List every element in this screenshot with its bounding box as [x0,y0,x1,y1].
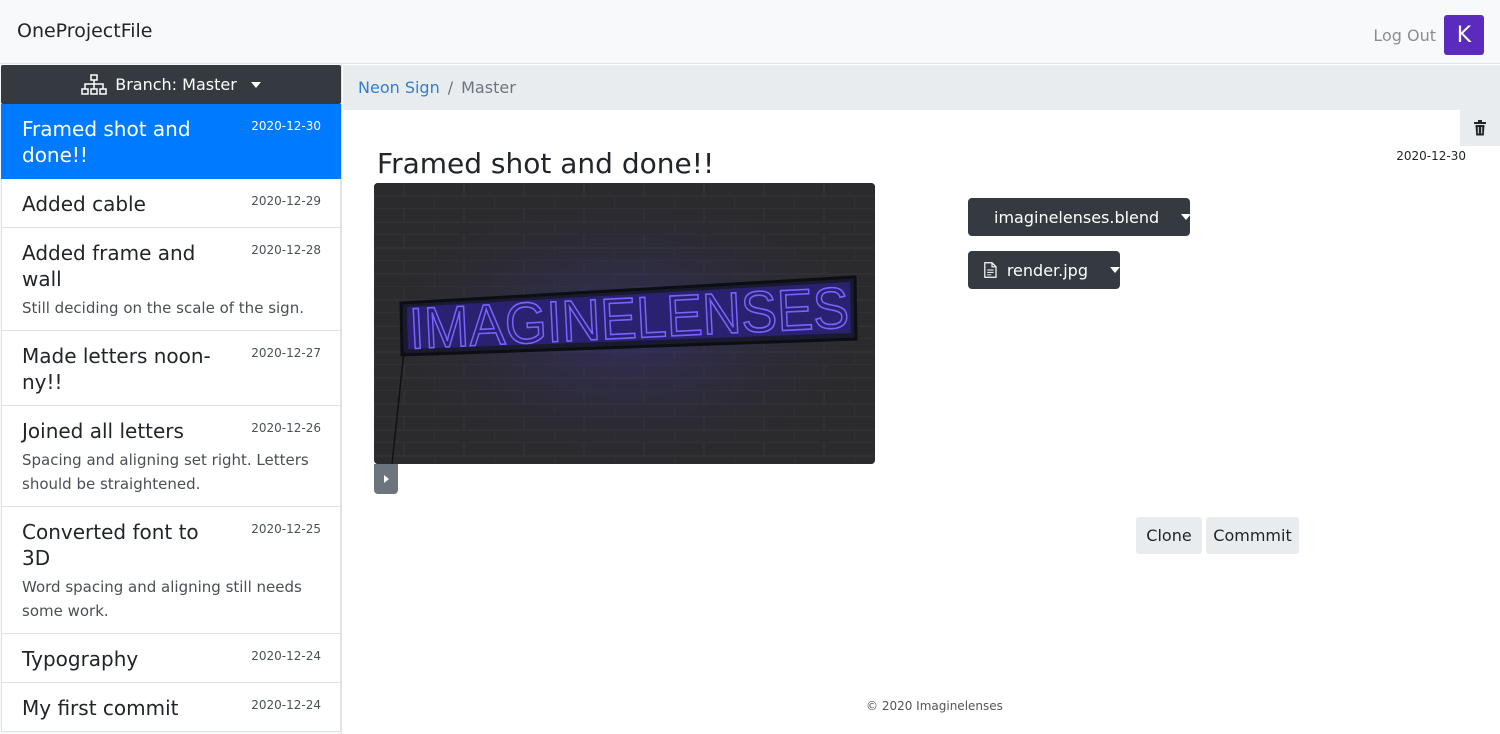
avatar[interactable]: K [1444,15,1484,55]
breadcrumb-separator: / [447,78,454,97]
commit-item[interactable]: My first commit 2020-12-24 [1,683,341,732]
commit-description: Word spacing and aligning still needs so… [22,578,302,620]
commit-date: 2020-12-24 [251,649,321,663]
commit-date: 2020-12-25 [251,522,321,536]
commit-item[interactable]: Converted font to 3D 2020-12-25 Word spa… [1,507,341,634]
top-navbar: OneProjectFile Log Out K [0,0,1500,64]
branch-label: Branch: Master [115,75,237,94]
commit-date: 2020-12-29 [251,194,321,208]
file-name: imaginelenses.blend [994,207,1160,227]
clone-button[interactable]: Clone [1136,517,1202,554]
commit-item[interactable]: Framed shot and done!! 2020-12-30 [1,104,341,179]
footer-copyright: © 2020 Imaginelenses [866,699,1003,713]
trash-icon [1474,120,1486,136]
commit-date: 2020-12-26 [251,421,321,435]
commit-item[interactable]: Made letters noon-ny!! 2020-12-27 [1,331,341,406]
commit-date: 2020-12-27 [251,346,321,360]
logout-link[interactable]: Log Out [1373,26,1436,45]
file-dropdown-button[interactable]: render.jpg [968,251,1120,289]
file-icon [984,262,997,278]
branch-dropdown-button[interactable]: Branch: Master [1,65,341,104]
commit-heading-date: 2020-12-30 [1396,149,1466,163]
branch-tree-icon [81,73,107,95]
commit-description: Still deciding on the scale of the sign. [22,299,304,317]
commit-description: Spacing and aligning set right. Letters … [22,451,309,493]
file-name: render.jpg [1006,260,1088,280]
commit-date: 2020-12-30 [251,119,321,133]
brand-link[interactable]: OneProjectFile [17,20,153,42]
commit-item[interactable]: Added frame and wall 2020-12-28 Still de… [1,228,341,331]
commit-item[interactable]: Joined all letters 2020-12-26 Spacing an… [1,406,341,507]
caret-right-icon [383,475,389,483]
preview-expand-button[interactable] [374,464,398,494]
breadcrumb-project-link[interactable]: Neon Sign [358,78,440,97]
commit-list: Framed shot and done!! 2020-12-30 Added … [1,104,341,732]
breadcrumb-current: Master [461,78,516,97]
commit-item[interactable]: Typography 2020-12-24 [1,634,341,683]
commit-item[interactable]: Added cable 2020-12-29 [1,179,341,228]
delete-button[interactable] [1460,110,1500,146]
commit-button[interactable]: Commmit [1206,517,1299,554]
file-dropdown-button[interactable]: imaginelenses.blend [968,198,1192,236]
caret-down-icon [250,81,261,88]
avatar-initial: K [1456,22,1472,48]
caret-down-icon [1181,214,1192,220]
commit-date: 2020-12-28 [251,243,321,257]
render-preview-image: IMAGINELENSES [374,183,875,464]
sidebar: Branch: Master Framed shot and done!! 20… [0,64,342,734]
commit-date: 2020-12-24 [251,698,321,712]
breadcrumb: Neon Sign / Master [343,65,1500,110]
commit-heading: Framed shot and done!! [377,147,715,180]
caret-down-icon [1110,267,1120,273]
